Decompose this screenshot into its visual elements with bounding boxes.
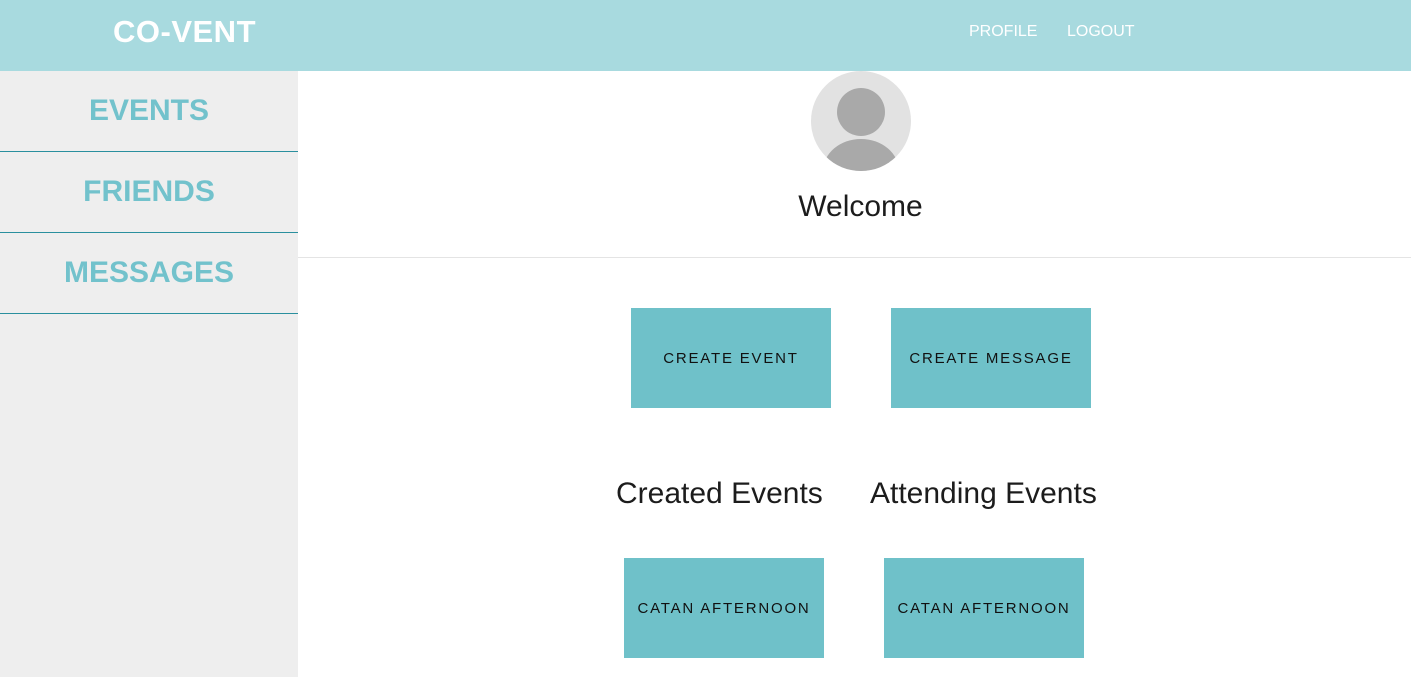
create-message-button[interactable]: CREATE MESSAGE xyxy=(891,308,1091,408)
nav-profile-link[interactable]: PROFILE xyxy=(969,22,1037,42)
attending-events-heading: Attending Events xyxy=(870,477,1097,510)
sidebar: EVENTS FRIENDS MESSAGES xyxy=(0,71,298,677)
attending-event-card[interactable]: CATAN AFTERNOON xyxy=(884,558,1084,658)
sidebar-item-friends[interactable]: FRIENDS xyxy=(0,152,298,233)
nav-logout-link[interactable]: LOGOUT xyxy=(1067,22,1135,42)
brand-logo[interactable]: CO-VENT xyxy=(113,14,256,50)
user-silhouette-icon xyxy=(823,88,899,171)
create-event-button[interactable]: CREATE EVENT xyxy=(631,308,831,408)
top-navbar: CO-VENT PROFILE LOGOUT xyxy=(0,0,1411,71)
user-avatar-icon xyxy=(811,71,911,171)
created-events-heading: Created Events xyxy=(616,477,823,510)
section-divider xyxy=(298,257,1411,258)
sidebar-item-messages[interactable]: MESSAGES xyxy=(0,233,298,314)
sidebar-item-events[interactable]: EVENTS xyxy=(0,71,298,152)
created-event-card[interactable]: CATAN AFTERNOON xyxy=(624,558,824,658)
welcome-heading: Welcome xyxy=(798,190,923,223)
